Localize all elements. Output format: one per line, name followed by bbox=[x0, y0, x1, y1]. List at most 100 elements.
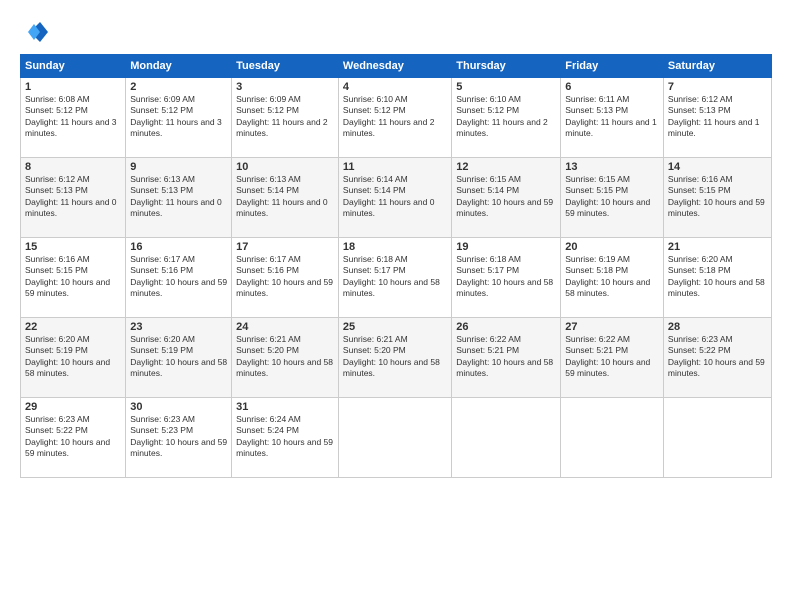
calendar-day-cell: 29 Sunrise: 6:23 AM Sunset: 5:22 PM Dayl… bbox=[21, 398, 126, 478]
day-number: 14 bbox=[668, 161, 767, 173]
day-info: Sunrise: 6:20 AM Sunset: 5:19 PM Dayligh… bbox=[25, 334, 121, 380]
day-number: 19 bbox=[456, 241, 556, 253]
calendar-header-row: SundayMondayTuesdayWednesdayThursdayFrid… bbox=[21, 55, 772, 78]
day-number: 30 bbox=[130, 401, 227, 413]
day-number: 29 bbox=[25, 401, 121, 413]
day-number: 16 bbox=[130, 241, 227, 253]
calendar-day-cell: 5 Sunrise: 6:10 AM Sunset: 5:12 PM Dayli… bbox=[452, 78, 561, 158]
day-info: Sunrise: 6:12 AM Sunset: 5:13 PM Dayligh… bbox=[25, 174, 121, 220]
day-info: Sunrise: 6:23 AM Sunset: 5:22 PM Dayligh… bbox=[25, 414, 121, 460]
calendar-day-cell: 28 Sunrise: 6:23 AM Sunset: 5:22 PM Dayl… bbox=[663, 318, 771, 398]
calendar-header-cell: Sunday bbox=[21, 55, 126, 78]
day-info: Sunrise: 6:18 AM Sunset: 5:17 PM Dayligh… bbox=[456, 254, 556, 300]
calendar-day-cell: 31 Sunrise: 6:24 AM Sunset: 5:24 PM Dayl… bbox=[232, 398, 339, 478]
calendar-day-cell: 9 Sunrise: 6:13 AM Sunset: 5:13 PM Dayli… bbox=[126, 158, 232, 238]
day-info: Sunrise: 6:18 AM Sunset: 5:17 PM Dayligh… bbox=[343, 254, 447, 300]
day-number: 8 bbox=[25, 161, 121, 173]
day-number: 22 bbox=[25, 321, 121, 333]
day-info: Sunrise: 6:14 AM Sunset: 5:14 PM Dayligh… bbox=[343, 174, 447, 220]
day-info: Sunrise: 6:17 AM Sunset: 5:16 PM Dayligh… bbox=[236, 254, 334, 300]
calendar-day-cell: 19 Sunrise: 6:18 AM Sunset: 5:17 PM Dayl… bbox=[452, 238, 561, 318]
day-number: 24 bbox=[236, 321, 334, 333]
calendar-day-cell: 15 Sunrise: 6:16 AM Sunset: 5:15 PM Dayl… bbox=[21, 238, 126, 318]
day-number: 9 bbox=[130, 161, 227, 173]
day-number: 15 bbox=[25, 241, 121, 253]
calendar-day-cell: 7 Sunrise: 6:12 AM Sunset: 5:13 PM Dayli… bbox=[663, 78, 771, 158]
calendar-header-cell: Friday bbox=[561, 55, 664, 78]
day-number: 23 bbox=[130, 321, 227, 333]
day-number: 27 bbox=[565, 321, 659, 333]
calendar-day-cell: 3 Sunrise: 6:09 AM Sunset: 5:12 PM Dayli… bbox=[232, 78, 339, 158]
calendar-day-cell bbox=[561, 398, 664, 478]
calendar-day-cell: 30 Sunrise: 6:23 AM Sunset: 5:23 PM Dayl… bbox=[126, 398, 232, 478]
calendar-day-cell: 22 Sunrise: 6:20 AM Sunset: 5:19 PM Dayl… bbox=[21, 318, 126, 398]
calendar-week-row: 15 Sunrise: 6:16 AM Sunset: 5:15 PM Dayl… bbox=[21, 238, 772, 318]
day-number: 12 bbox=[456, 161, 556, 173]
day-info: Sunrise: 6:10 AM Sunset: 5:12 PM Dayligh… bbox=[343, 94, 447, 140]
calendar-day-cell bbox=[452, 398, 561, 478]
page: SundayMondayTuesdayWednesdayThursdayFrid… bbox=[0, 0, 792, 612]
calendar-day-cell bbox=[663, 398, 771, 478]
day-info: Sunrise: 6:12 AM Sunset: 5:13 PM Dayligh… bbox=[668, 94, 767, 140]
calendar-day-cell: 27 Sunrise: 6:22 AM Sunset: 5:21 PM Dayl… bbox=[561, 318, 664, 398]
day-info: Sunrise: 6:23 AM Sunset: 5:22 PM Dayligh… bbox=[668, 334, 767, 380]
day-info: Sunrise: 6:20 AM Sunset: 5:19 PM Dayligh… bbox=[130, 334, 227, 380]
day-number: 5 bbox=[456, 81, 556, 93]
calendar-header-cell: Monday bbox=[126, 55, 232, 78]
calendar-day-cell: 13 Sunrise: 6:15 AM Sunset: 5:15 PM Dayl… bbox=[561, 158, 664, 238]
day-info: Sunrise: 6:21 AM Sunset: 5:20 PM Dayligh… bbox=[236, 334, 334, 380]
day-number: 11 bbox=[343, 161, 447, 173]
day-info: Sunrise: 6:15 AM Sunset: 5:15 PM Dayligh… bbox=[565, 174, 659, 220]
calendar-day-cell: 21 Sunrise: 6:20 AM Sunset: 5:18 PM Dayl… bbox=[663, 238, 771, 318]
day-info: Sunrise: 6:10 AM Sunset: 5:12 PM Dayligh… bbox=[456, 94, 556, 140]
calendar-day-cell: 12 Sunrise: 6:15 AM Sunset: 5:14 PM Dayl… bbox=[452, 158, 561, 238]
day-info: Sunrise: 6:15 AM Sunset: 5:14 PM Dayligh… bbox=[456, 174, 556, 220]
day-number: 28 bbox=[668, 321, 767, 333]
day-number: 10 bbox=[236, 161, 334, 173]
day-info: Sunrise: 6:20 AM Sunset: 5:18 PM Dayligh… bbox=[668, 254, 767, 300]
calendar-day-cell: 1 Sunrise: 6:08 AM Sunset: 5:12 PM Dayli… bbox=[21, 78, 126, 158]
calendar-day-cell: 14 Sunrise: 6:16 AM Sunset: 5:15 PM Dayl… bbox=[663, 158, 771, 238]
calendar-week-row: 8 Sunrise: 6:12 AM Sunset: 5:13 PM Dayli… bbox=[21, 158, 772, 238]
calendar-day-cell bbox=[338, 398, 451, 478]
day-number: 31 bbox=[236, 401, 334, 413]
calendar-day-cell: 20 Sunrise: 6:19 AM Sunset: 5:18 PM Dayl… bbox=[561, 238, 664, 318]
day-number: 13 bbox=[565, 161, 659, 173]
day-info: Sunrise: 6:21 AM Sunset: 5:20 PM Dayligh… bbox=[343, 334, 447, 380]
day-info: Sunrise: 6:17 AM Sunset: 5:16 PM Dayligh… bbox=[130, 254, 227, 300]
day-number: 2 bbox=[130, 81, 227, 93]
day-number: 26 bbox=[456, 321, 556, 333]
calendar-day-cell: 25 Sunrise: 6:21 AM Sunset: 5:20 PM Dayl… bbox=[338, 318, 451, 398]
day-info: Sunrise: 6:19 AM Sunset: 5:18 PM Dayligh… bbox=[565, 254, 659, 300]
day-number: 1 bbox=[25, 81, 121, 93]
day-info: Sunrise: 6:22 AM Sunset: 5:21 PM Dayligh… bbox=[565, 334, 659, 380]
calendar-day-cell: 8 Sunrise: 6:12 AM Sunset: 5:13 PM Dayli… bbox=[21, 158, 126, 238]
logo-icon bbox=[20, 18, 48, 46]
calendar-day-cell: 26 Sunrise: 6:22 AM Sunset: 5:21 PM Dayl… bbox=[452, 318, 561, 398]
calendar-week-row: 29 Sunrise: 6:23 AM Sunset: 5:22 PM Dayl… bbox=[21, 398, 772, 478]
day-number: 20 bbox=[565, 241, 659, 253]
calendar-day-cell: 6 Sunrise: 6:11 AM Sunset: 5:13 PM Dayli… bbox=[561, 78, 664, 158]
calendar-day-cell: 18 Sunrise: 6:18 AM Sunset: 5:17 PM Dayl… bbox=[338, 238, 451, 318]
day-info: Sunrise: 6:08 AM Sunset: 5:12 PM Dayligh… bbox=[25, 94, 121, 140]
day-info: Sunrise: 6:09 AM Sunset: 5:12 PM Dayligh… bbox=[236, 94, 334, 140]
day-info: Sunrise: 6:22 AM Sunset: 5:21 PM Dayligh… bbox=[456, 334, 556, 380]
calendar-day-cell: 11 Sunrise: 6:14 AM Sunset: 5:14 PM Dayl… bbox=[338, 158, 451, 238]
day-info: Sunrise: 6:11 AM Sunset: 5:13 PM Dayligh… bbox=[565, 94, 659, 140]
calendar-day-cell: 4 Sunrise: 6:10 AM Sunset: 5:12 PM Dayli… bbox=[338, 78, 451, 158]
day-number: 25 bbox=[343, 321, 447, 333]
day-info: Sunrise: 6:16 AM Sunset: 5:15 PM Dayligh… bbox=[25, 254, 121, 300]
calendar-day-cell: 10 Sunrise: 6:13 AM Sunset: 5:14 PM Dayl… bbox=[232, 158, 339, 238]
day-info: Sunrise: 6:13 AM Sunset: 5:13 PM Dayligh… bbox=[130, 174, 227, 220]
day-info: Sunrise: 6:16 AM Sunset: 5:15 PM Dayligh… bbox=[668, 174, 767, 220]
header bbox=[20, 18, 772, 46]
day-number: 17 bbox=[236, 241, 334, 253]
calendar-header-cell: Wednesday bbox=[338, 55, 451, 78]
calendar-header-cell: Saturday bbox=[663, 55, 771, 78]
calendar-header-cell: Thursday bbox=[452, 55, 561, 78]
calendar-day-cell: 16 Sunrise: 6:17 AM Sunset: 5:16 PM Dayl… bbox=[126, 238, 232, 318]
calendar-day-cell: 24 Sunrise: 6:21 AM Sunset: 5:20 PM Dayl… bbox=[232, 318, 339, 398]
day-number: 6 bbox=[565, 81, 659, 93]
calendar-day-cell: 17 Sunrise: 6:17 AM Sunset: 5:16 PM Dayl… bbox=[232, 238, 339, 318]
day-number: 3 bbox=[236, 81, 334, 93]
